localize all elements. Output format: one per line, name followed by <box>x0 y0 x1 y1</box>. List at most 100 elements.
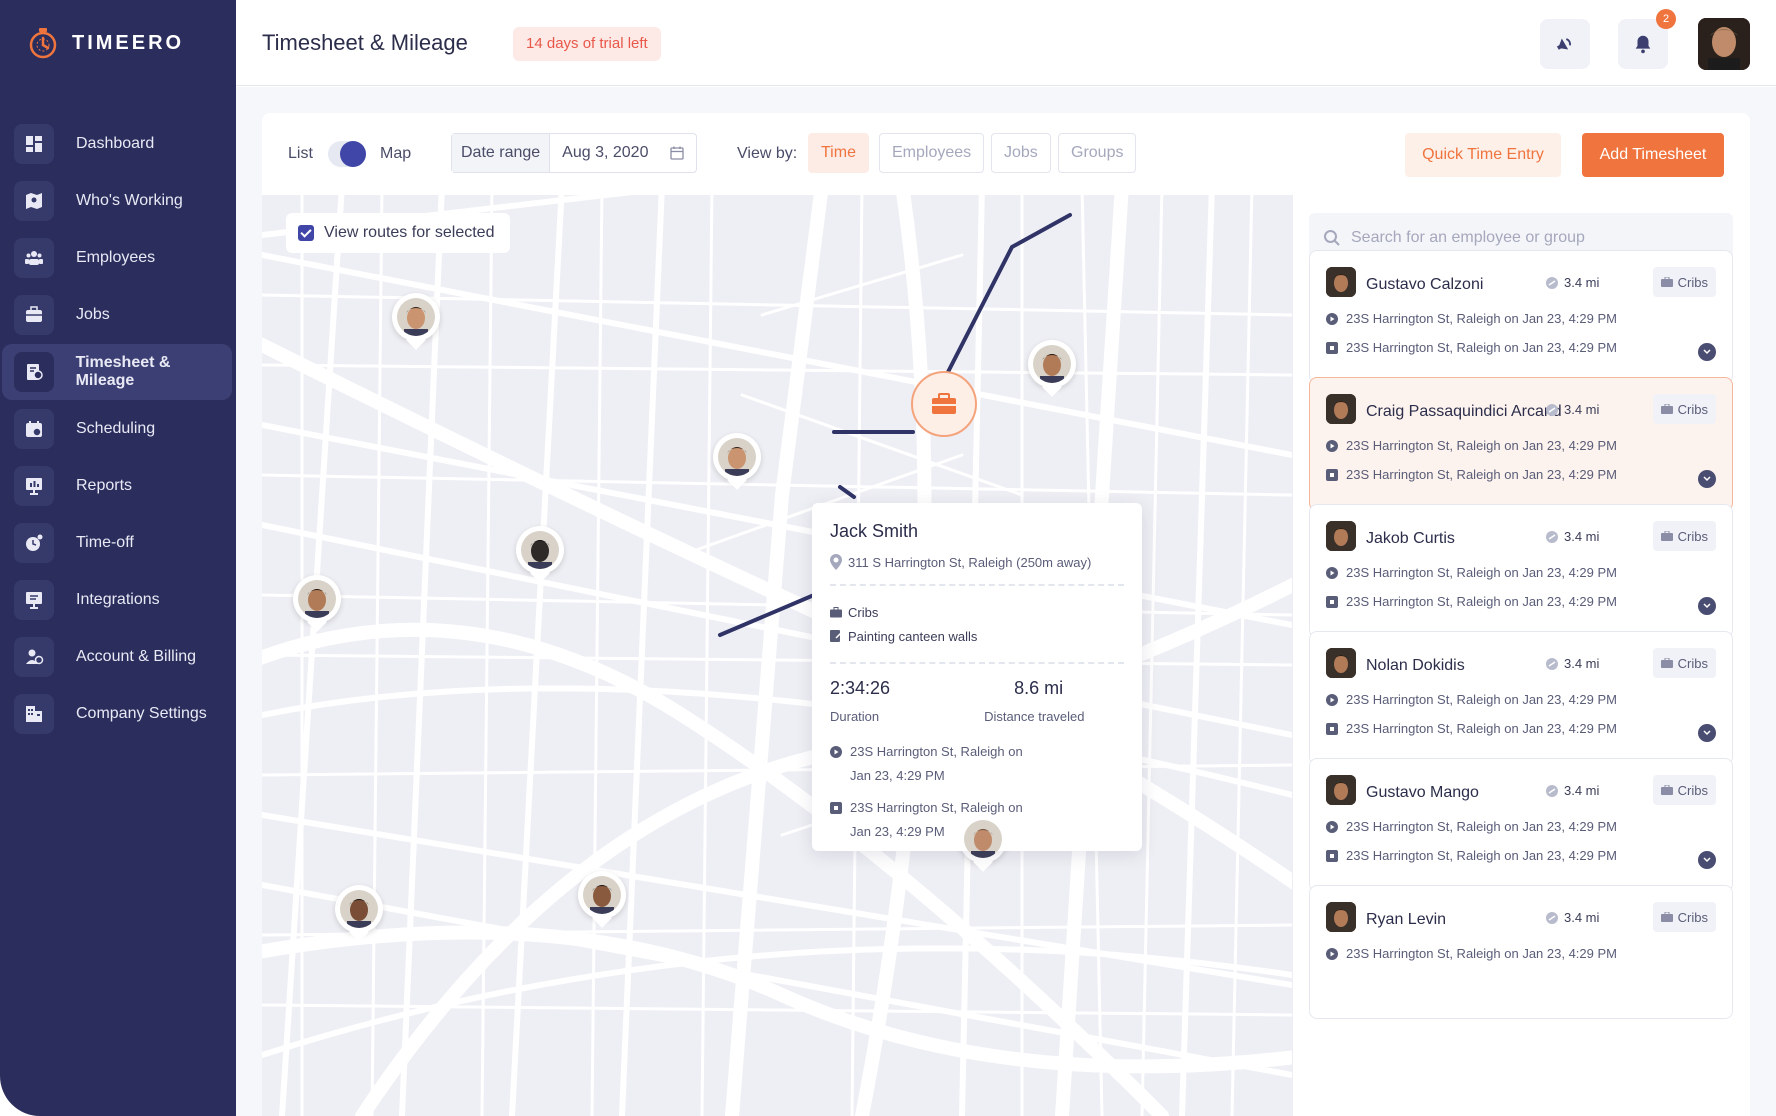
sidebar-item-time-off[interactable]: Time-off <box>2 515 232 571</box>
logo[interactable]: TIMEERO <box>28 26 184 60</box>
employee-map-pin[interactable] <box>392 293 440 349</box>
toolbar: List Map Date range Aug 3, 2020 View by:… <box>262 133 1750 177</box>
sidebar-item-timesheet-mileage[interactable]: Timesheet & Mileage <box>2 344 232 400</box>
popup-divider <box>830 584 1124 586</box>
expand-chevron-icon[interactable] <box>1698 851 1716 869</box>
date-range-picker[interactable]: Date range Aug 3, 2020 <box>451 133 698 173</box>
sidebar-item-company-settings[interactable]: Company Settings <box>2 686 232 742</box>
calendar-icon <box>14 409 54 449</box>
notification-count-badge: 2 <box>1656 9 1676 29</box>
employee-avatar <box>964 820 1002 858</box>
employee-name: Gustavo Calzoni <box>1366 276 1484 293</box>
sidebar-item-jobs[interactable]: Jobs <box>2 287 232 343</box>
calendar-icon <box>670 146 685 160</box>
start-location: 23S Harrington St, Raleigh on Jan 23, 4:… <box>1326 438 1617 453</box>
sidebar-item-integrations[interactable]: Integrations <box>2 572 232 628</box>
employee-map-pin[interactable] <box>713 433 761 489</box>
employee-card[interactable]: Ryan Levin 3.4 mi Cribs 23S Harrington St, … <box>1309 885 1733 1019</box>
play-icon <box>1326 693 1338 706</box>
popup-divider <box>830 662 1124 664</box>
date-value: Aug 3, 2020 <box>562 144 649 161</box>
map-icon <box>14 181 54 221</box>
employee-card[interactable]: Nolan Dokidis 3.4 mi Cribs 23S Harrington S… <box>1309 631 1733 765</box>
employee-card[interactable]: Gustavo Mango 3.4 mi Cribs 23S Harrington S… <box>1309 758 1733 892</box>
announcements-button[interactable] <box>1540 19 1590 69</box>
view-by-employees-button[interactable]: Employees <box>879 133 985 173</box>
trial-badge[interactable]: 14 days of trial left <box>513 27 661 61</box>
play-icon <box>1326 439 1338 452</box>
sidebar-item-label: Who's Working <box>76 192 183 209</box>
page-title: Timesheet & Mileage <box>262 30 468 55</box>
start-location: 23S Harrington St, Raleigh on Jan 23, 4:… <box>1326 946 1617 961</box>
employee-card[interactable]: Jakob Curtis 3.4 mi Cribs 23S Harrington St… <box>1309 504 1733 638</box>
job-tag: Cribs <box>1652 648 1716 678</box>
view-routes-label: View routes for selected <box>324 224 495 241</box>
briefcase-icon <box>932 393 956 414</box>
list-view-label[interactable]: List <box>288 145 313 163</box>
employee-avatar <box>583 876 621 914</box>
popup-start-stop: 23S Harrington St, Raleigh on Jan 23, 4:2… <box>830 740 1124 788</box>
reports-icon <box>14 466 54 506</box>
employee-map-pin[interactable] <box>516 526 564 582</box>
stop-icon <box>1326 595 1338 608</box>
employee-avatar <box>1326 267 1356 297</box>
employee-map-pin[interactable] <box>293 575 341 631</box>
distance-value: 3.4 mi <box>1564 529 1600 544</box>
job-name: Cribs <box>1677 655 1708 671</box>
employee-distance: 3.4 mi <box>1546 402 1599 417</box>
popup-employee-name: Jack Smith <box>830 521 919 541</box>
notifications-button[interactable]: 2 <box>1618 9 1676 69</box>
map-view-label[interactable]: Map <box>380 145 411 163</box>
expand-chevron-icon[interactable] <box>1698 597 1716 615</box>
popup-stats: 2:34:26 Duration 8.6 mi Distance travele… <box>830 678 1124 724</box>
sidebar-item-dashboard[interactable]: Dashboard <box>2 116 232 172</box>
view-by-time-button[interactable]: Time <box>808 133 869 173</box>
duration-label: Duration <box>830 709 880 724</box>
distance-value: 3.4 mi <box>1564 402 1600 417</box>
employee-list-panel: Search for an employee or group Gustavo … <box>1292 195 1750 1116</box>
add-timesheet-button[interactable]: Add Timesheet <box>1582 133 1724 177</box>
sidebar-item-label: Integrations <box>76 591 160 608</box>
employee-distance: 3.4 mi <box>1546 910 1599 925</box>
employee-distance: 3.4 mi <box>1546 529 1599 544</box>
user-avatar[interactable] <box>1698 18 1750 70</box>
sidebar-item-who-s-working[interactable]: Who's Working <box>2 173 232 229</box>
bell-icon <box>1635 35 1651 54</box>
employee-avatar <box>1326 775 1356 805</box>
sidebar-item-scheduling[interactable]: Scheduling <box>2 401 232 457</box>
sidebar-item-reports[interactable]: Reports <box>2 458 232 514</box>
job-location-pin[interactable] <box>911 371 977 437</box>
employee-map-pin[interactable] <box>1028 340 1076 396</box>
sidebar-item-label: Account & Billing <box>76 648 197 665</box>
expand-chevron-icon[interactable] <box>1698 470 1716 488</box>
quick-time-entry-button[interactable]: Quick Time Entry <box>1405 133 1561 177</box>
view-routes-checkbox[interactable]: View routes for selected <box>286 213 511 253</box>
search-icon <box>1324 230 1340 246</box>
end-location-text: 23S Harrington St, Raleigh on Jan 23, 4:… <box>1346 721 1617 736</box>
stop-icon <box>830 802 842 814</box>
end-location-text: 23S Harrington St, Raleigh on Jan 23, 4:… <box>1346 467 1617 482</box>
date-range-value[interactable]: Aug 3, 2020 <box>550 134 696 172</box>
play-icon <box>1326 820 1338 833</box>
checkbox-checked[interactable] <box>298 225 314 241</box>
view-by-groups-button[interactable]: Groups <box>1058 133 1137 173</box>
employee-card[interactable]: Gustavo Calzoni 3.4 mi Cribs 23S Harrington… <box>1309 250 1733 384</box>
sidebar-item-employees[interactable]: Employees <box>2 230 232 286</box>
play-icon <box>1326 947 1338 960</box>
employee-name: Craig Passaquindici Arcand <box>1366 403 1562 420</box>
start-line1: 23S Harrington St, Raleigh on <box>850 744 1023 759</box>
expand-chevron-icon[interactable] <box>1698 343 1716 361</box>
expand-chevron-icon[interactable] <box>1698 724 1716 742</box>
employee-map-pin[interactable] <box>335 885 383 941</box>
sidebar-nav: Dashboard Who's Working Employees Jobs Times… <box>0 116 236 743</box>
employee-card[interactable]: Craig Passaquindici Arcand 3.4 mi Cribs 23S… <box>1309 377 1733 511</box>
employee-popup: Jack Smith 311 S Harrington St, Raleigh … <box>812 503 1142 851</box>
sidebar-item-account-billing[interactable]: Account & Billing <box>2 629 232 685</box>
list-map-toggle[interactable] <box>328 141 366 167</box>
popup-task: Painting canteen walls <box>848 628 978 644</box>
job-tag: Cribs <box>1652 267 1716 297</box>
employee-map-pin[interactable] <box>578 871 626 927</box>
time-off-icon <box>14 523 54 563</box>
employee-avatar <box>298 580 336 618</box>
view-by-jobs-button[interactable]: Jobs <box>991 133 1051 173</box>
